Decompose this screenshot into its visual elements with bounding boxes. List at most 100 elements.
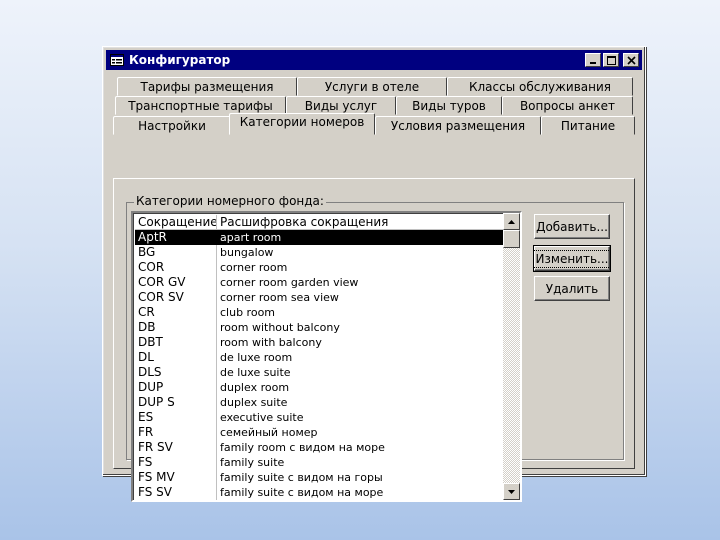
row-code: DUP: [138, 380, 164, 394]
tab-label: Настройки: [138, 118, 206, 133]
minimize-button[interactable]: [585, 53, 601, 67]
form-icon: [110, 54, 124, 66]
minimize-icon: [590, 62, 596, 64]
row-description: corner room: [220, 261, 288, 274]
row-code: CR: [138, 305, 155, 319]
row-description: executive suite: [220, 411, 304, 424]
row-code: FR SV: [138, 440, 173, 454]
row-code: DB: [138, 320, 156, 334]
list-item[interactable]: DL de luxe room: [135, 350, 505, 365]
tab-label: Услуги в отеле: [324, 79, 420, 94]
row-description: corner room garden view: [220, 276, 359, 289]
tab-tariffs-accommodation[interactable]: Тарифы размещения: [117, 77, 297, 96]
list-item[interactable]: COR GV corner room garden view: [135, 275, 505, 290]
list-item[interactable]: AptR apart room: [135, 230, 505, 245]
list-item[interactable]: DB room without balcony: [135, 320, 505, 335]
tab-label: Категории номеров: [239, 115, 365, 129]
tab-label: Виды услуг: [304, 98, 378, 113]
row-code: COR: [138, 260, 165, 274]
scroll-thumb[interactable]: [503, 230, 520, 248]
row-description: corner room sea view: [220, 291, 339, 304]
tab-tour-types[interactable]: Виды туров: [396, 96, 502, 115]
row-code: DL: [138, 350, 154, 364]
delete-button-label: Удалить: [545, 281, 599, 296]
arrow-down-icon: [508, 489, 515, 494]
row-description: apart room: [220, 231, 282, 244]
list-header: Сокращение Расшифровка сокращения: [135, 215, 505, 230]
list-item[interactable]: FR семейный номер: [135, 425, 505, 440]
row-code: COR SV: [138, 290, 184, 304]
row-code: DBT: [138, 335, 163, 349]
row-code: DLS: [138, 365, 162, 379]
tab-label: Питание: [560, 118, 616, 133]
title-bar[interactable]: Конфигуратор: [106, 50, 642, 70]
tab-service-classes[interactable]: Классы обслуживания: [447, 77, 633, 96]
add-button-label: Добавить...: [536, 219, 608, 234]
row-code: FR: [138, 425, 154, 439]
close-button[interactable]: [623, 53, 639, 67]
delete-button[interactable]: Удалить: [534, 276, 610, 301]
edit-button[interactable]: Изменить...: [532, 245, 612, 272]
row-description: family suite с видом на море: [220, 486, 384, 499]
row-code: COR GV: [138, 275, 186, 289]
row-code: FS MV: [138, 470, 175, 484]
tab-label: Виды туров: [412, 98, 486, 113]
add-button[interactable]: Добавить...: [534, 214, 610, 239]
arrow-up-icon: [508, 219, 515, 224]
tab-survey-questions[interactable]: Вопросы анкет: [502, 96, 633, 115]
scroll-up-button[interactable]: [503, 213, 520, 230]
row-code: BG: [138, 245, 156, 259]
tab-label: Вопросы анкет: [519, 98, 616, 113]
row-description: de luxe suite: [220, 366, 291, 379]
scroll-down-button[interactable]: [503, 483, 520, 500]
configurator-window: Конфигуратор Тарифы размещения Услуги в …: [102, 46, 646, 502]
row-description: family suite: [220, 456, 285, 469]
row-description: family room с видом на море: [220, 441, 385, 454]
row-description: room with balcony: [220, 336, 322, 349]
list-item[interactable]: FS SV family suite с видом на море: [135, 485, 505, 500]
maximize-button[interactable]: [603, 53, 619, 67]
list-item[interactable]: DUP duplex room: [135, 380, 505, 395]
tab-strip: Тарифы размещения Услуги в отеле Классы …: [113, 77, 635, 181]
group-label: Категории номерного фонда:: [134, 194, 326, 208]
tab-panel-room-categories: Категории номерного фонда: Сокращение Ра…: [113, 178, 635, 502]
edit-button-label: Изменить...: [532, 249, 612, 268]
list-item[interactable]: DBT room with balcony: [135, 335, 505, 350]
list-item[interactable]: FS MV family suite с видом на горы: [135, 470, 505, 485]
list-rows: AptR apart room BG bungalow COR corner room CO…: [135, 230, 505, 500]
tab-label: Тарифы размещения: [140, 79, 274, 94]
room-categories-listbox[interactable]: Сокращение Расшифровка сокращения AptR ap…: [131, 211, 522, 502]
tab-meals[interactable]: Питание: [541, 116, 635, 135]
row-description: bungalow: [220, 246, 274, 259]
row-code: DUP S: [138, 395, 175, 409]
tab-label: Транспортные тарифы: [128, 98, 273, 113]
tab-room-categories[interactable]: Категории номеров: [229, 113, 375, 135]
list-item[interactable]: CR club room: [135, 305, 505, 320]
vertical-scrollbar[interactable]: [503, 213, 520, 500]
list-item[interactable]: ES executive suite: [135, 410, 505, 425]
column-header-code: Сокращение: [138, 215, 218, 229]
list-item[interactable]: FR SV family room с видом на море: [135, 440, 505, 455]
row-code: AptR: [138, 230, 167, 244]
list-item[interactable]: BG bungalow: [135, 245, 505, 260]
row-code: FS SV: [138, 485, 172, 499]
list-item[interactable]: DLS de luxe suite: [135, 365, 505, 380]
close-icon: [627, 56, 636, 65]
tab-settings[interactable]: Настройки: [113, 116, 231, 135]
row-description: duplex room: [220, 381, 290, 394]
maximize-icon: [607, 56, 616, 65]
window-title: Конфигуратор: [129, 53, 231, 67]
tab-label: Классы обслуживания: [468, 79, 612, 94]
row-description: de luxe room: [220, 351, 293, 364]
list-item[interactable]: COR corner room: [135, 260, 505, 275]
row-code: ES: [138, 410, 154, 424]
row-description: room without balcony: [220, 321, 340, 334]
row-code: FS: [138, 455, 153, 469]
row-description: family suite с видом на горы: [220, 471, 383, 484]
tab-accommodation-conditions[interactable]: Условия размещения: [375, 116, 541, 135]
list-item[interactable]: FS family suite: [135, 455, 505, 470]
tab-hotel-services[interactable]: Услуги в отеле: [297, 77, 447, 96]
row-description: duplex suite: [220, 396, 288, 409]
list-item[interactable]: COR SV corner room sea view: [135, 290, 505, 305]
list-item[interactable]: DUP S duplex suite: [135, 395, 505, 410]
